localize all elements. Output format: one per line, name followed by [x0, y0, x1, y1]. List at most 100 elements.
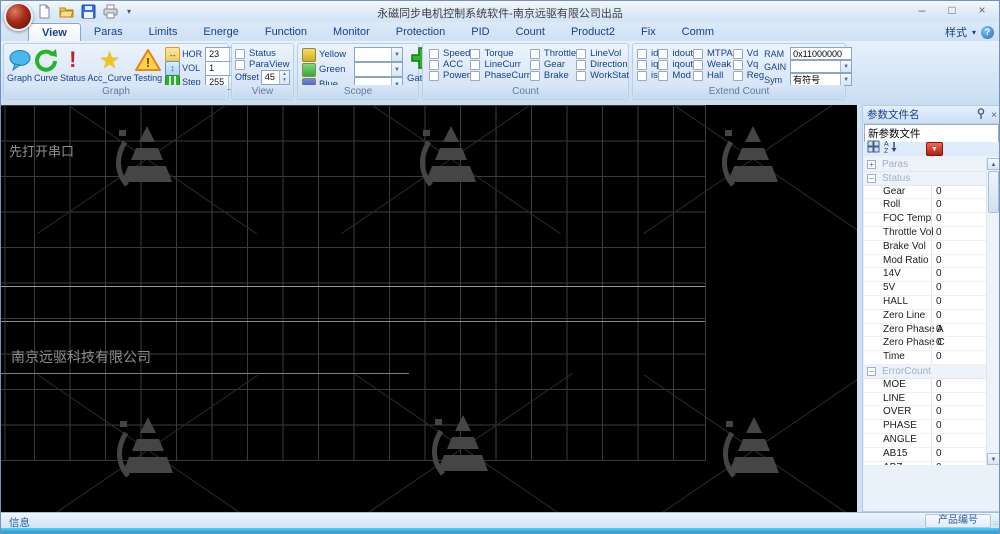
- count-checkbox-acc[interactable]: ACC: [429, 59, 470, 70]
- tab-energe[interactable]: Energe: [190, 23, 251, 41]
- style-menu[interactable]: 样式: [945, 24, 967, 40]
- maximize-button[interactable]: □: [945, 3, 959, 17]
- collapse-icon[interactable]: −: [867, 173, 876, 183]
- parameter-row-mod-ratio[interactable]: Mod Ratio 0: [864, 254, 987, 269]
- categorized-view-icon[interactable]: [867, 140, 880, 158]
- tab-protection[interactable]: Protection: [383, 23, 459, 41]
- dropdown-arrow-icon[interactable]: ▼: [391, 63, 402, 76]
- count-checkbox-torque[interactable]: Torque: [470, 48, 529, 59]
- scrollbar[interactable]: ▲ ▼: [986, 158, 999, 465]
- parameter-row-zero-phase-a[interactable]: Zero Phase A0: [864, 323, 987, 338]
- quick-access-more-icon[interactable]: ▾: [127, 7, 131, 16]
- gain-dropdown[interactable]: ▼: [790, 60, 853, 73]
- parameter-row-foc-temp[interactable]: FOC Temp 0: [864, 213, 987, 227]
- extend-checkbox-vd[interactable]: Vd: [732, 48, 764, 59]
- tab-paras[interactable]: Paras: [81, 23, 136, 41]
- extend-checkbox-reg[interactable]: Reg: [732, 70, 764, 81]
- parameter-row-moe[interactable]: MOE 0: [864, 378, 987, 393]
- parameter-row-throttle-vol[interactable]: Throttle Vol 0: [864, 226, 987, 241]
- count-checkbox-linevol[interactable]: LineVol: [576, 48, 629, 59]
- parameter-row-zero-phase-c[interactable]: Zero Phase C0: [864, 337, 987, 352]
- parameter-row-line[interactable]: LINE 0: [864, 392, 987, 407]
- view-checkbox-paraview[interactable]: ParaView: [235, 59, 290, 70]
- count-checkbox-brake[interactable]: Brake: [529, 70, 576, 81]
- style-caret-icon[interactable]: ▾: [972, 28, 976, 37]
- tab-view[interactable]: View: [28, 23, 81, 41]
- parameter-row-zero-line[interactable]: Zero Line 0: [864, 309, 987, 324]
- count-checkbox-linecurr[interactable]: LineCurr: [470, 59, 529, 70]
- count-checkbox-phasecurr[interactable]: PhaseCurr: [470, 70, 530, 81]
- dropdown-arrow-icon[interactable]: ▼: [391, 48, 402, 61]
- tab-fix[interactable]: Fix: [628, 23, 669, 41]
- group-row-status[interactable]: − Status: [864, 171, 987, 186]
- green-signal-dropdown[interactable]: ▼: [354, 62, 403, 77]
- extend-checkbox-is[interactable]: is: [637, 70, 658, 81]
- parameter-row-over[interactable]: OVER 0: [864, 406, 987, 421]
- extend-checkbox-vq[interactable]: Vq: [732, 59, 764, 70]
- resize-grip[interactable]: ⁙: [992, 519, 999, 528]
- group-row-errorcount[interactable]: − ErrorCount: [864, 364, 987, 379]
- sort-alphabetical-icon[interactable]: AZ: [884, 140, 898, 158]
- help-icon[interactable]: ?: [981, 25, 994, 39]
- extend-checkbox-idout[interactable]: idout: [658, 48, 693, 59]
- extend-checkbox-mod[interactable]: Mod: [658, 70, 693, 81]
- count-checkbox-gear[interactable]: Gear: [529, 59, 576, 70]
- collapse-icon[interactable]: −: [867, 366, 876, 376]
- print-icon[interactable]: [103, 4, 118, 19]
- pin-icon[interactable]: [976, 108, 986, 123]
- testing-button[interactable]: ! Testing: [133, 46, 164, 84]
- panel-close-icon[interactable]: ×: [991, 110, 997, 122]
- dropdown-arrow-icon[interactable]: ▼: [840, 61, 852, 72]
- acc-curve-button[interactable]: ★ Acc_Curve: [87, 46, 133, 84]
- scroll-up-icon[interactable]: ▲: [987, 158, 999, 170]
- count-checkbox-workstat[interactable]: WorkStat: [576, 70, 629, 81]
- close-button[interactable]: ×: [975, 3, 989, 17]
- parameter-row-5v[interactable]: 5V 0: [864, 282, 987, 296]
- tab-product2[interactable]: Product2: [558, 23, 628, 41]
- extend-checkbox-iq[interactable]: iq: [637, 59, 658, 70]
- tab-limits[interactable]: Limits: [136, 23, 191, 41]
- count-checkbox-direction[interactable]: Direction: [576, 59, 629, 70]
- parameter-row-angle[interactable]: ANGLE 0: [864, 433, 987, 448]
- parameter-row-abz[interactable]: ABZ 0: [864, 461, 987, 465]
- tab-function[interactable]: Function: [252, 23, 320, 41]
- extend-checkbox-id[interactable]: id: [637, 48, 658, 59]
- tab-monitor[interactable]: Monitor: [320, 23, 383, 41]
- count-checkbox-speed[interactable]: Speed: [429, 48, 470, 59]
- parameter-row-14v[interactable]: 14V 0: [864, 268, 987, 283]
- save-icon[interactable]: [81, 4, 96, 19]
- scroll-down-icon[interactable]: ▼: [987, 453, 999, 465]
- ram-input[interactable]: 0x11000000: [790, 47, 853, 60]
- extend-checkbox-hall[interactable]: Hall: [693, 70, 733, 81]
- open-folder-icon[interactable]: [59, 4, 74, 19]
- group-row-paras[interactable]: + Paras: [864, 158, 987, 172]
- expand-icon[interactable]: +: [867, 159, 876, 169]
- spinner-arrows[interactable]: ▲▼: [279, 70, 289, 84]
- parameter-row-hall[interactable]: HALL 0: [864, 295, 987, 310]
- green-color-swatch[interactable]: [302, 62, 316, 77]
- parameter-row-roll[interactable]: Roll 0: [864, 199, 987, 214]
- parameter-row-time[interactable]: Time 0: [864, 351, 987, 365]
- view-checkbox-status[interactable]: Status: [235, 48, 290, 59]
- tab-count[interactable]: Count: [503, 23, 558, 41]
- import-parameters-icon[interactable]: ▼: [926, 142, 943, 156]
- tab-pid[interactable]: PID: [458, 23, 502, 41]
- dropdown-arrow-icon[interactable]: ▼: [840, 74, 852, 85]
- tab-comm[interactable]: Comm: [669, 23, 727, 41]
- parameter-row-ab15[interactable]: AB15 0: [864, 447, 987, 462]
- parameter-row-gear[interactable]: Gear 0: [864, 185, 987, 200]
- yellow-signal-dropdown[interactable]: ▼: [354, 47, 403, 62]
- offset-spinner[interactable]: 45 ▲ ▼: [260, 69, 290, 85]
- yellow-color-swatch[interactable]: [302, 47, 316, 62]
- new-file-icon[interactable]: [37, 4, 52, 19]
- parameter-row-brake-vol[interactable]: Brake Vol 0: [864, 240, 987, 255]
- extend-checkbox-mtpa[interactable]: MTPA: [693, 48, 733, 59]
- app-menu-button[interactable]: [4, 2, 33, 31]
- parameter-row-phase[interactable]: PHASE 0: [864, 420, 987, 434]
- minimize-button[interactable]: –: [915, 3, 929, 17]
- oscilloscope-plot[interactable]: 先打开串口 南京远驱科技有限公司: [1, 105, 857, 512]
- count-checkbox-power[interactable]: Power: [429, 70, 470, 81]
- graph-button[interactable]: Graph: [6, 46, 33, 84]
- extend-checkbox-iqout[interactable]: iqout: [658, 59, 693, 70]
- extend-checkbox-weak[interactable]: Weak: [693, 59, 733, 70]
